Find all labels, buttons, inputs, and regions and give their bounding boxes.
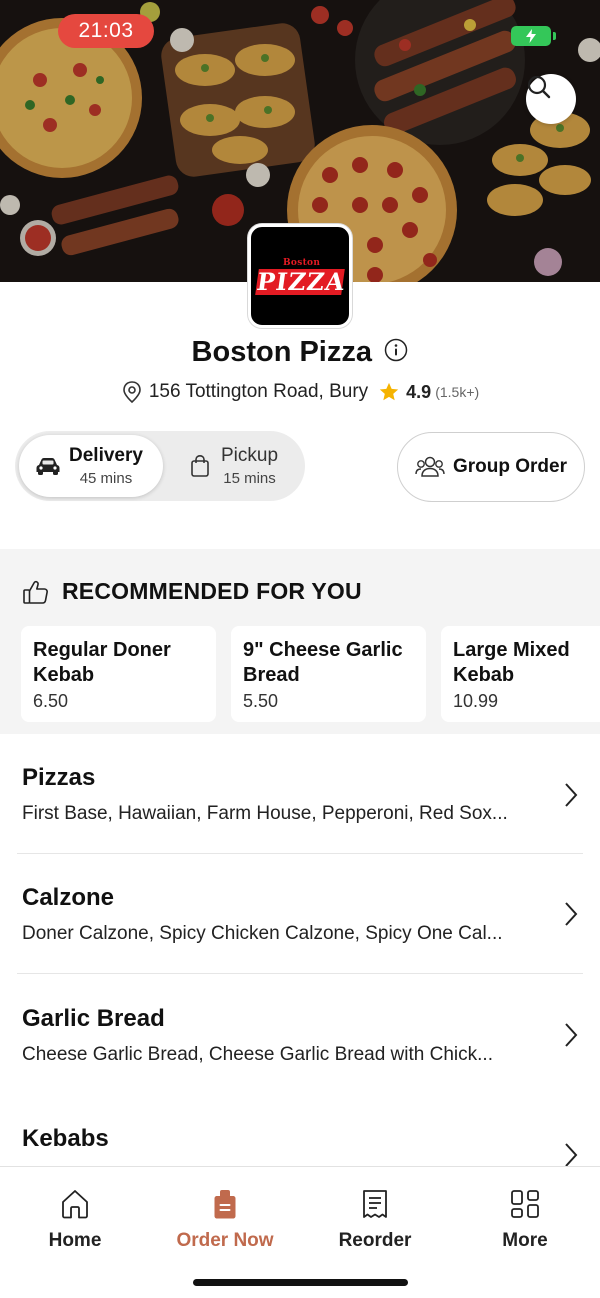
category-name: Kebabs	[22, 1125, 109, 1152]
battery-charging-icon	[511, 26, 556, 46]
order-mode-toggle: Delivery 45 mins Pickup 15 mins	[15, 431, 305, 501]
home-indicator[interactable]	[193, 1279, 408, 1286]
thumbs-up-icon	[23, 580, 48, 604]
home-icon	[62, 1190, 88, 1219]
delivery-time: 45 mins	[79, 470, 133, 487]
recommended-item-price: 6.50	[33, 691, 69, 711]
tab-label: Order Now	[176, 1230, 274, 1251]
category-row-calzone[interactable]: Calzone Doner Calzone, Spicy Chicken Cal…	[0, 854, 600, 974]
chevron-right-icon	[565, 1143, 578, 1166]
recommended-card[interactable]: Regular Doner Kebab 6.50	[21, 626, 216, 722]
divider	[17, 973, 583, 974]
address-rating-row: 156 Tottington Road, Bury 4.9 (1.5k+)	[0, 380, 600, 404]
search-button[interactable]	[526, 74, 576, 124]
recommended-item-name: Large Mixed Kebab	[453, 639, 570, 686]
recommended-item-price: 5.50	[243, 691, 279, 711]
category-row-kebabs[interactable]: Kebabs	[0, 1095, 600, 1166]
star-icon	[380, 382, 399, 401]
tab-label: More	[502, 1230, 548, 1251]
pickup-option[interactable]: Pickup 15 mins	[169, 435, 301, 497]
group-order-button[interactable]: Group Order	[397, 432, 585, 502]
category-items: First Base, Hawaiian, Farm House, Pepper…	[22, 803, 508, 824]
restaurant-name: Boston Pizza	[191, 336, 372, 368]
recommended-card[interactable]: Large Mixed Kebab 10.99	[441, 626, 600, 722]
info-icon[interactable]	[384, 338, 408, 367]
rating-value: 4.9	[406, 381, 432, 402]
restaurant-logo: Boston PIZZA	[248, 224, 352, 328]
tab-home[interactable]: Home	[0, 1167, 150, 1267]
category-name: Pizzas	[22, 764, 96, 791]
logo-main-text: PIZZA	[255, 267, 348, 296]
category-name: Garlic Bread	[22, 1005, 165, 1032]
tab-label: Reorder	[338, 1230, 412, 1251]
delivery-label: Delivery	[69, 445, 143, 466]
rating-count: (1.5k+)	[435, 384, 480, 400]
recommended-item-name: 9" Cheese Garlic Bread	[243, 639, 403, 686]
pickup-label: Pickup	[221, 445, 279, 466]
order-bag-icon	[214, 1190, 236, 1219]
tab-order-now[interactable]: Order Now	[150, 1167, 300, 1267]
recommended-section: RECOMMENDED FOR YOU Regular Doner Kebab …	[0, 549, 600, 734]
tab-label: Home	[48, 1230, 102, 1251]
restaurant-title-row: Boston Pizza	[0, 336, 600, 369]
shopping-bag-icon	[191, 454, 209, 477]
pickup-time: 15 mins	[223, 470, 276, 487]
tab-reorder[interactable]: Reorder	[300, 1167, 450, 1267]
restaurant-address: 156 Tottington Road, Bury	[148, 381, 369, 402]
category-name: Calzone	[22, 884, 115, 911]
chevron-right-icon	[565, 902, 578, 926]
category-row-garlic-bread[interactable]: Garlic Bread Cheese Garlic Bread, Cheese…	[0, 975, 600, 1095]
receipt-icon	[363, 1190, 387, 1218]
category-row-pizzas[interactable]: Pizzas First Base, Hawaiian, Farm House,…	[0, 734, 600, 854]
chevron-right-icon	[565, 783, 578, 807]
category-items: Cheese Garlic Bread, Cheese Garlic Bread…	[22, 1044, 493, 1065]
location-pin-icon	[123, 381, 141, 404]
group-order-label: Group Order	[452, 456, 567, 477]
delivery-option[interactable]: Delivery 45 mins	[19, 435, 163, 497]
recommended-card[interactable]: 9" Cheese Garlic Bread 5.50	[231, 626, 426, 722]
recommended-item-name: Regular Doner Kebab	[33, 639, 171, 686]
recommended-item-price: 10.99	[453, 691, 499, 711]
car-icon	[36, 458, 60, 475]
tab-more[interactable]: More	[450, 1167, 600, 1267]
search-icon	[527, 75, 551, 99]
group-users-icon	[415, 456, 445, 477]
grid-icon	[511, 1190, 539, 1218]
status-time-pill: 21:03	[58, 14, 154, 48]
chevron-right-icon	[565, 1023, 578, 1047]
recommended-title: RECOMMENDED FOR YOU	[62, 578, 362, 604]
category-items: Doner Calzone, Spicy Chicken Calzone, Sp…	[22, 923, 503, 944]
